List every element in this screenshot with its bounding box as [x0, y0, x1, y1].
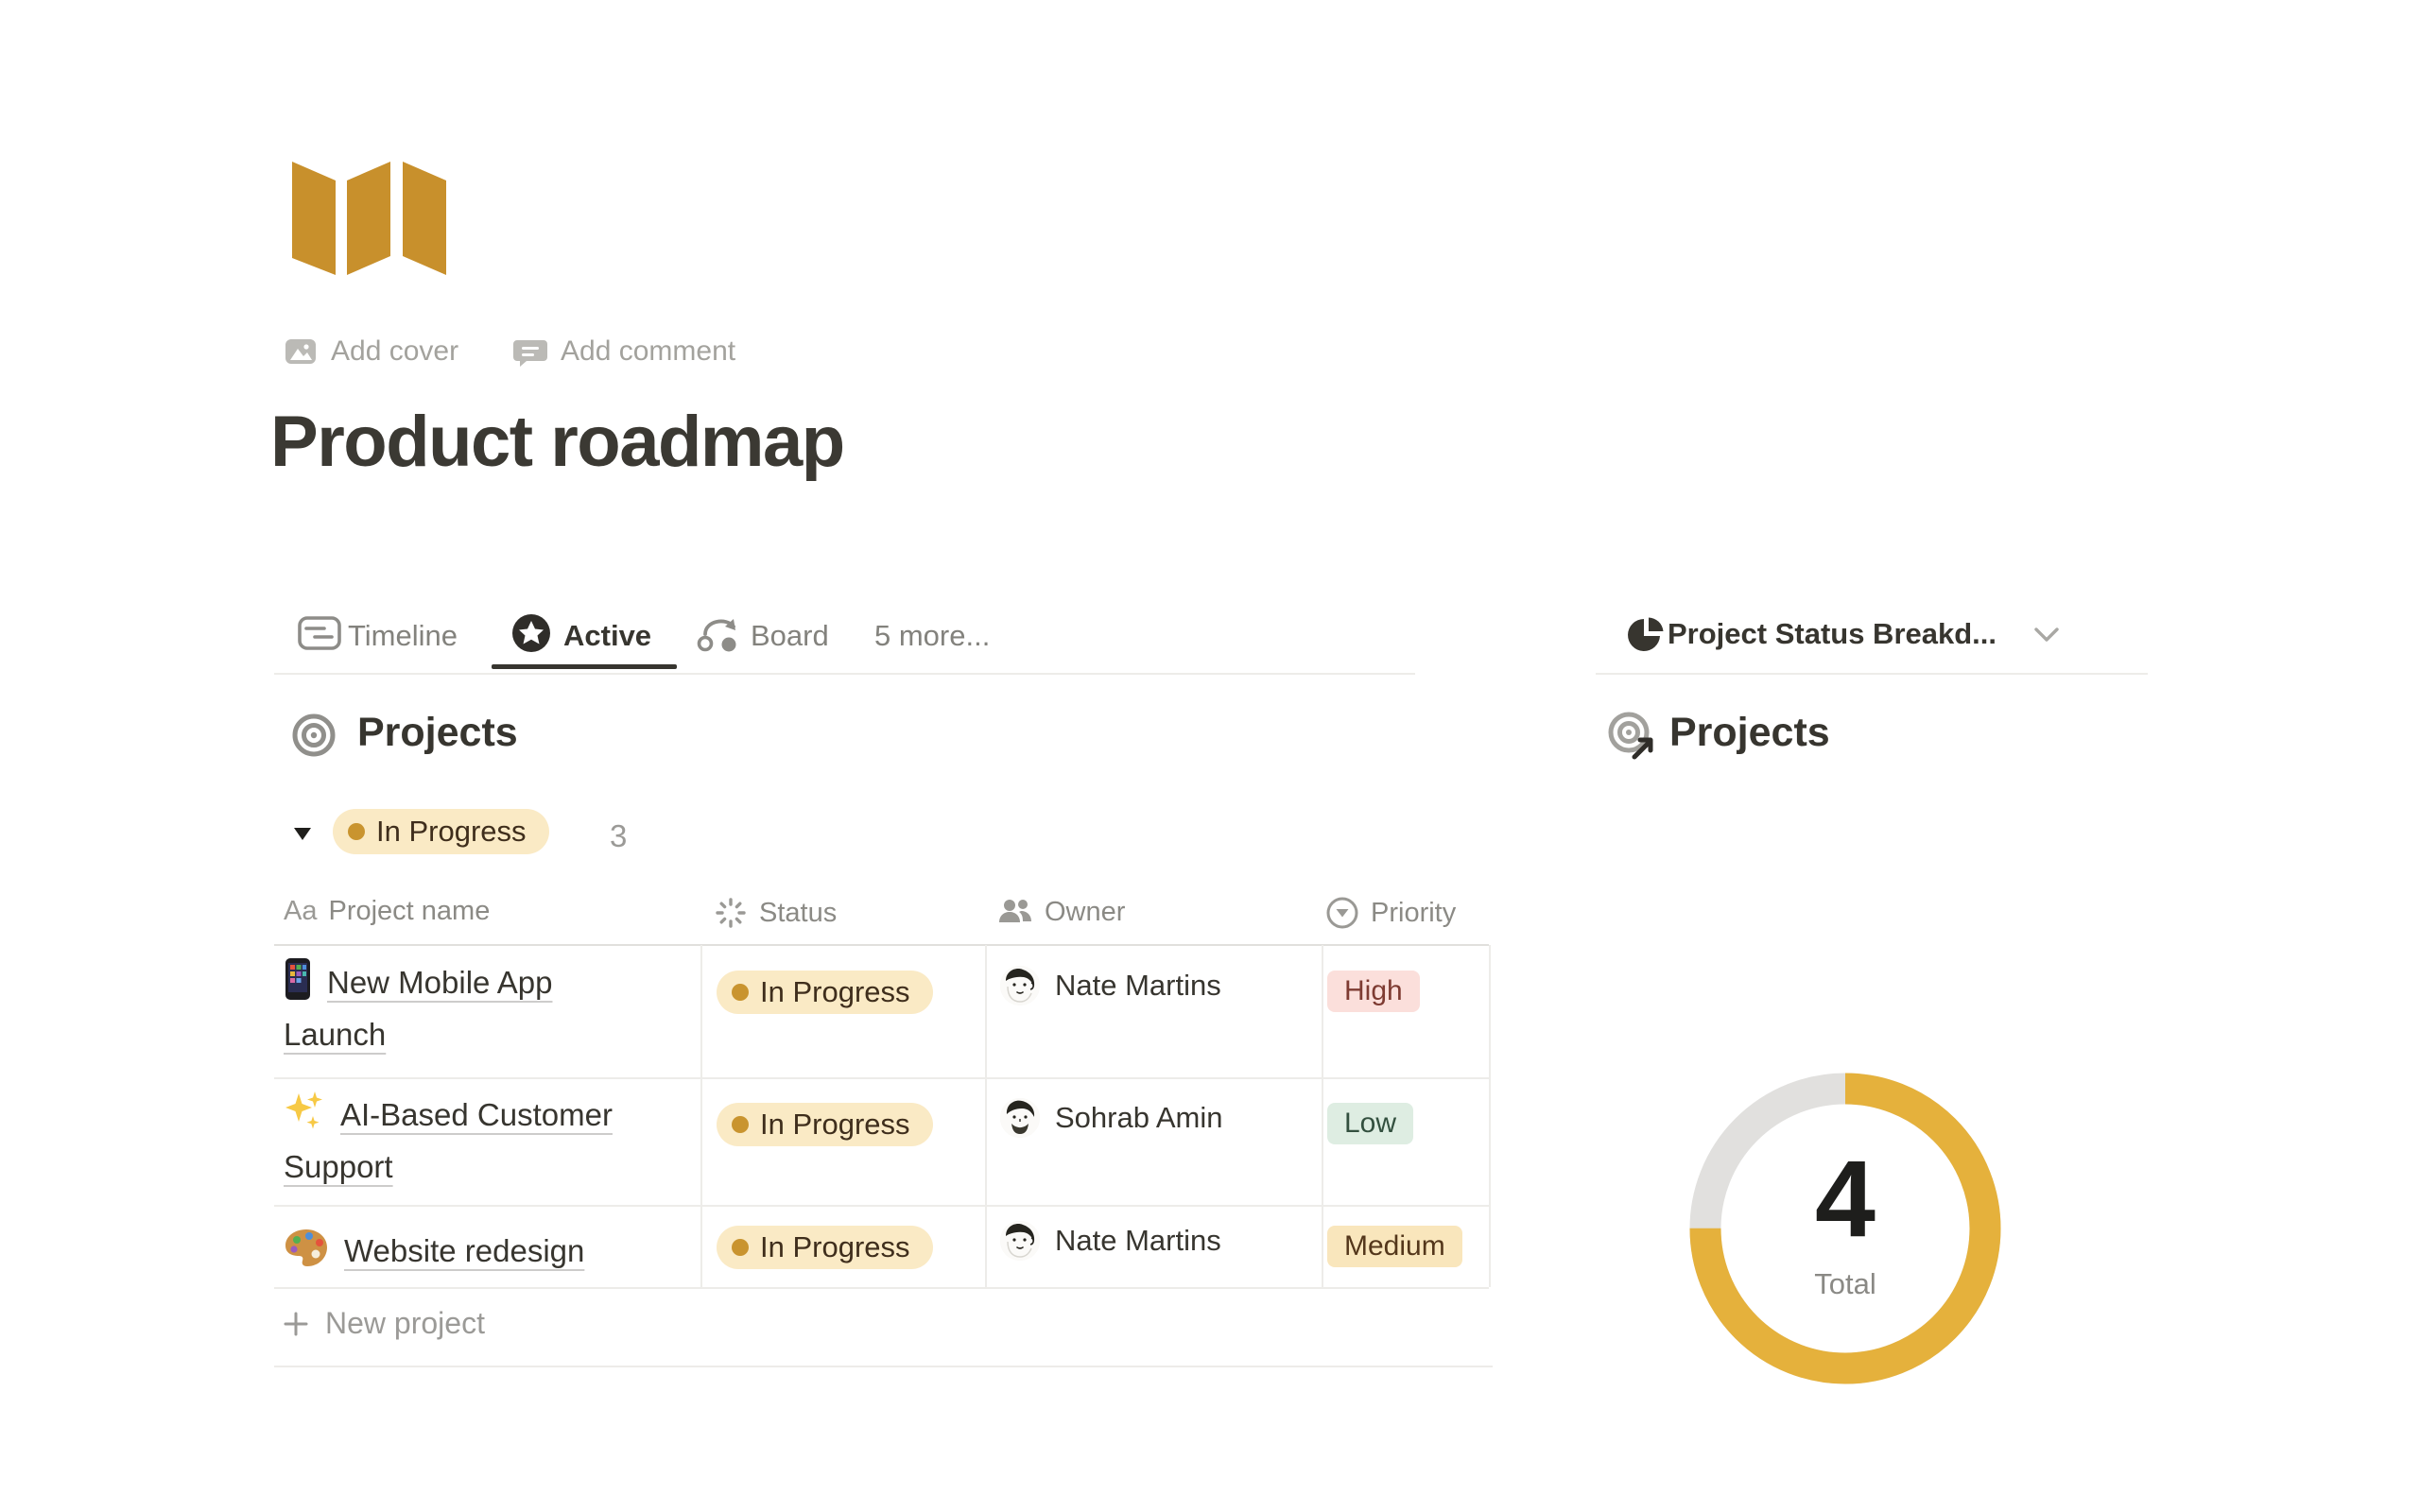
- palette-emoji: [284, 1228, 329, 1269]
- widget-header-title[interactable]: Project Status Breakd...: [1668, 617, 1996, 651]
- image-icon: [284, 335, 318, 369]
- tab-timeline[interactable]: Timeline: [348, 619, 458, 653]
- group-status-pill[interactable]: In Progress: [333, 809, 549, 854]
- avatar-sohrab-amin: [1000, 1098, 1040, 1138]
- notion-page: Add cover Add comment Product roadmap Ti…: [0, 0, 2420, 1512]
- donut-total-value: 4: [1741, 1145, 1949, 1254]
- avatar-nate-martins: [1000, 966, 1040, 1005]
- add-comment-button[interactable]: Add comment: [513, 335, 735, 369]
- priority-tag-high[interactable]: High: [1327, 971, 1420, 1012]
- add-cover-button[interactable]: Add cover: [284, 335, 458, 369]
- group-status-label: In Progress: [376, 815, 527, 849]
- add-comment-label: Add comment: [561, 335, 735, 368]
- pie-chart-icon: [1626, 616, 1666, 656]
- row-divider: [274, 1205, 1489, 1207]
- project-name-link[interactable]: AI-Based Customer Support: [284, 1089, 652, 1193]
- board-view-icon: [696, 613, 741, 655]
- table-header-divider: [274, 944, 1489, 946]
- tab-active[interactable]: Active: [563, 619, 651, 653]
- status-tag[interactable]: In Progress: [717, 1103, 933, 1146]
- sparkles-emoji: [284, 1090, 325, 1133]
- priority-select-icon: [1325, 896, 1359, 930]
- linked-target-arrow-icon: [1605, 709, 1658, 762]
- owner-cell[interactable]: Nate Martins: [1000, 1221, 1221, 1261]
- donut-center: 4 Total: [1741, 1145, 1949, 1301]
- new-project-button[interactable]: New project: [282, 1306, 485, 1341]
- widget-header-divider: [1596, 673, 2148, 675]
- row-divider: [274, 1077, 1489, 1079]
- column-divider: [700, 945, 702, 1287]
- tabs-divider: [274, 673, 1415, 675]
- timeline-view-icon: [298, 614, 341, 652]
- column-divider: [1322, 945, 1323, 1287]
- page-icon-folded-map[interactable]: [282, 149, 452, 280]
- tab-board[interactable]: Board: [751, 619, 829, 653]
- status-dot-icon: [732, 1116, 749, 1133]
- owner-name: Nate Martins: [1055, 969, 1221, 1003]
- comment-icon: [513, 335, 547, 369]
- projects-section-title[interactable]: Projects: [357, 710, 518, 756]
- owner-cell[interactable]: Nate Martins: [1000, 966, 1221, 1005]
- status-tag[interactable]: In Progress: [717, 1226, 933, 1269]
- column-header-priority[interactable]: Priority: [1325, 896, 1456, 930]
- add-cover-label: Add cover: [331, 335, 458, 368]
- table-bottom-divider: [274, 1366, 1493, 1367]
- donut-total-label: Total: [1741, 1267, 1949, 1301]
- people-icon: [997, 896, 1033, 928]
- status-tag[interactable]: In Progress: [717, 971, 933, 1014]
- plus-icon: [282, 1310, 310, 1338]
- collapse-triangle-icon[interactable]: [292, 824, 313, 843]
- text-property-icon: Aa: [284, 896, 317, 927]
- widget-projects-title[interactable]: Projects: [1669, 710, 1830, 756]
- tab-more[interactable]: 5 more...: [874, 619, 990, 653]
- column-header-status[interactable]: Status: [714, 896, 837, 930]
- column-header-project-name[interactable]: Aa Project name: [284, 896, 490, 927]
- target-icon: [291, 713, 337, 758]
- status-spinner-icon: [714, 896, 748, 930]
- column-divider: [985, 945, 987, 1287]
- status-dot-icon: [348, 823, 365, 840]
- active-tab-underline: [492, 664, 677, 669]
- chevron-down-icon[interactable]: [2031, 624, 2063, 646]
- column-header-owner[interactable]: Owner: [997, 896, 1125, 928]
- priority-tag-medium[interactable]: Medium: [1327, 1226, 1462, 1267]
- owner-name: Nate Martins: [1055, 1224, 1221, 1258]
- group-count: 3: [610, 818, 627, 854]
- page-title[interactable]: Product roadmap: [270, 401, 844, 483]
- star-icon: [510, 612, 552, 654]
- status-dot-icon: [732, 1239, 749, 1256]
- owner-name: Sohrab Amin: [1055, 1101, 1223, 1135]
- avatar-nate-martins: [1000, 1221, 1040, 1261]
- column-divider: [1489, 945, 1491, 1287]
- mobile-phone-emoji: [284, 957, 312, 1001]
- project-name-link[interactable]: New Mobile App Launch: [284, 956, 652, 1060]
- project-name-link[interactable]: Website redesign: [284, 1225, 652, 1277]
- row-divider: [274, 1287, 1489, 1289]
- priority-tag-low[interactable]: Low: [1327, 1103, 1413, 1144]
- owner-cell[interactable]: Sohrab Amin: [1000, 1098, 1223, 1138]
- status-dot-icon: [732, 984, 749, 1001]
